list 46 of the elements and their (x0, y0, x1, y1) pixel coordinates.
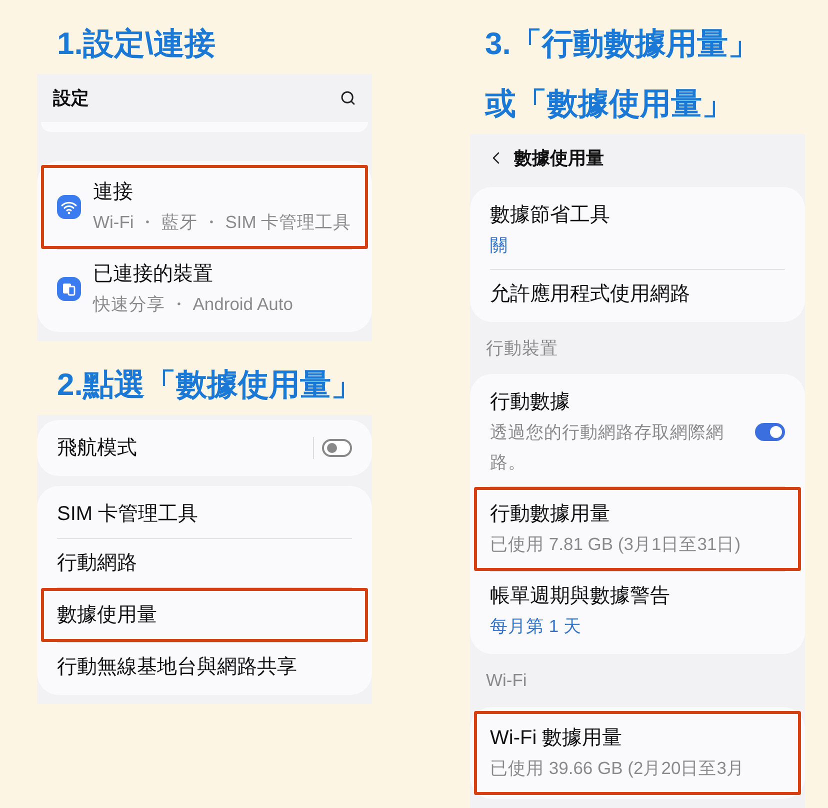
setting-item[interactable]: 行動網路 (49, 539, 360, 587)
step-heading: 或「數據使用量」 (485, 85, 734, 123)
toggle-switch[interactable] (322, 439, 352, 457)
setting-item[interactable]: 飛航模式 (49, 424, 360, 472)
setting-item[interactable]: 數據節省工具 關 (482, 191, 793, 269)
item-title: 行動網路 (57, 551, 138, 576)
step-heading: 1.設定\連接 (57, 25, 216, 63)
setting-item[interactable]: SIM 卡管理工具 (49, 490, 360, 538)
item-title: 數據節省工具 (490, 203, 611, 228)
screen-title: 設定 (53, 86, 90, 110)
item-title: 行動數據 (490, 390, 571, 416)
setting-item[interactable]: Wi-Fi 數據用量 已使用 39.66 GB (2月20日至3月 (474, 710, 801, 794)
setting-item[interactable]: 行動數據 透過您的行動網路存取網際網路。 (482, 378, 793, 486)
item-summary: Wi-Fi ・ 藍牙 ・ SIM 卡管理工具 (93, 211, 352, 234)
setting-item[interactable]: 行動無線基地台與網路共享 (49, 643, 360, 691)
item-value: 關 (490, 234, 509, 257)
step-heading: 2.點選「數據使用量」 (57, 366, 363, 404)
item-summary: 已使用 7.81 GB (3月1日至31日) (490, 533, 742, 556)
item-summary: 快速分享 ・ Android Auto (93, 293, 294, 316)
devices-icon (57, 277, 81, 301)
item-title: 帳單週期與數據警告 (490, 584, 671, 610)
step-heading: 3.「行動數據用量」 (485, 25, 760, 63)
item-summary: 已使用 39.66 GB (2月20日至3月 (490, 756, 746, 780)
setting-item[interactable]: 允許應用程式使用網路 (482, 270, 793, 318)
screen-title: 數據使用量 (514, 146, 605, 170)
search-icon[interactable] (340, 90, 356, 106)
item-title: Wi-Fi 數據用量 (490, 726, 624, 750)
item-title: 已連接的裝置 (93, 262, 214, 287)
item-title: SIM 卡管理工具 (57, 502, 200, 527)
setting-item[interactable]: 帳單週期與數據警告 每月第 1 天 (482, 572, 793, 650)
setting-item[interactable]: 已連接的裝置 快速分享 ・ Android Auto (49, 250, 360, 328)
item-title: 飛航模式 (57, 436, 138, 461)
item-title: 允許應用程式使用網路 (490, 282, 691, 307)
item-title: 數據使用量 (57, 603, 158, 628)
item-title: 行動無線基地台與網路共享 (57, 655, 298, 680)
item-summary: 透過您的行動網路存取網際網路。 (490, 421, 725, 474)
setting-item[interactable]: 數據使用量 (41, 588, 368, 642)
setting-item[interactable]: 行動數據用量 已使用 7.81 GB (3月1日至31日) (474, 487, 801, 572)
item-value: 每月第 1 天 (490, 615, 582, 638)
item-title: 行動數據用量 (490, 502, 611, 528)
section-label: Wi-Fi (485, 669, 528, 692)
section-label: 行動裝置 (485, 337, 559, 360)
setting-item[interactable]: 連接 Wi-Fi ・ 藍牙 ・ SIM 卡管理工具 (41, 165, 368, 249)
item-title: 連接 (93, 180, 134, 205)
wifi-icon (57, 195, 81, 219)
toggle-switch[interactable] (755, 423, 785, 442)
